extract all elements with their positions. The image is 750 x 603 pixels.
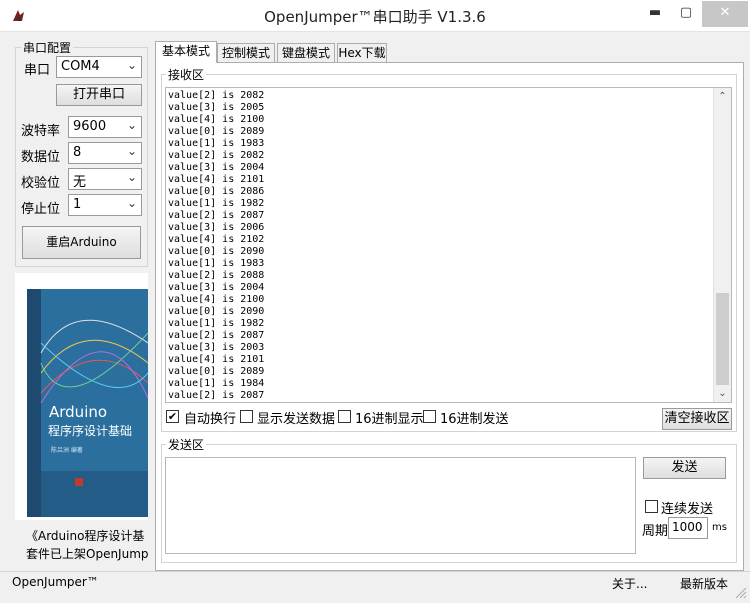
- databits-value: 8: [73, 145, 82, 160]
- auto-wrap-label: 自动换行: [184, 412, 237, 427]
- hex-display-label: 16进制显示: [355, 412, 424, 427]
- restart-arduino-button[interactable]: 重启Arduino: [22, 226, 141, 259]
- hex-display-checkbox[interactable]: [338, 410, 351, 423]
- receive-textarea[interactable]: value[2] is 2082 value[3] is 2005 value[…: [165, 87, 732, 403]
- maximize-button[interactable]: ▢: [671, 1, 701, 27]
- period-label: 周期: [642, 524, 669, 539]
- scroll-down-icon[interactable]: ⌄: [714, 385, 731, 402]
- chevron-down-icon: ⌄: [126, 196, 137, 210]
- auto-wrap-checkbox[interactable]: ✔: [166, 410, 179, 423]
- baud-label: 波特率: [21, 124, 61, 139]
- chevron-down-icon: ⌄: [126, 170, 137, 184]
- scroll-up-icon[interactable]: ⌃: [714, 88, 731, 105]
- continuous-send-label: 连续发送: [661, 502, 714, 517]
- window-title: OpenJumper™串口助手 V1.3.6: [264, 8, 486, 26]
- stopbits-value: 1: [73, 197, 82, 212]
- status-app-name: OpenJumper™: [12, 575, 99, 589]
- period-unit: ms: [712, 522, 727, 533]
- parity-value: 无: [73, 175, 87, 190]
- close-button[interactable]: ✕: [702, 1, 748, 27]
- chevron-down-icon: ⌄: [126, 144, 137, 158]
- book-subtitle: 程序序设计基础: [48, 424, 133, 438]
- port-label: 串口: [24, 63, 51, 78]
- ad-caption-line2: 套件已上架OpenJump: [26, 547, 148, 561]
- continuous-send-checkbox[interactable]: [645, 500, 658, 513]
- clear-receive-button[interactable]: 清空接收区: [662, 408, 732, 430]
- baud-select[interactable]: 9600 ⌄: [68, 116, 142, 138]
- minimize-button[interactable]: ▬: [640, 1, 670, 27]
- hex-send-checkbox[interactable]: [423, 410, 436, 423]
- book-cover-image: [15, 273, 149, 520]
- book-advertisement[interactable]: Arduino 程序序设计基础 陈吕洲 编著: [15, 273, 149, 520]
- parity-label: 校验位: [21, 176, 61, 191]
- scroll-thumb[interactable]: [716, 293, 729, 385]
- show-sent-label: 显示发送数据: [257, 412, 336, 427]
- about-link[interactable]: 关于...: [612, 575, 647, 592]
- ad-caption-line1: 《Arduino程序设计基: [26, 529, 145, 543]
- title-bar: OpenJumper™串口助手 V1.3.6 ▬ ▢ ✕: [0, 0, 750, 32]
- receive-title: 接收区: [166, 66, 207, 83]
- show-sent-checkbox[interactable]: [240, 410, 253, 423]
- port-value: COM4: [61, 59, 100, 74]
- baud-value: 9600: [73, 119, 107, 134]
- open-port-button[interactable]: 打开串口: [56, 84, 142, 106]
- port-select[interactable]: COM4 ⌄: [56, 56, 142, 78]
- databits-select[interactable]: 8 ⌄: [68, 142, 142, 164]
- tab-control-mode[interactable]: 控制模式: [217, 43, 275, 62]
- tab-keyboard-mode[interactable]: 键盘模式: [277, 43, 335, 62]
- chevron-down-icon: ⌄: [126, 118, 137, 132]
- book-title: Arduino: [49, 403, 108, 421]
- tab-basic-mode[interactable]: 基本模式: [155, 41, 217, 63]
- period-input[interactable]: 1000: [668, 517, 708, 539]
- tab-hex-download[interactable]: Hex下载: [337, 43, 387, 62]
- hex-send-label: 16进制发送: [440, 412, 509, 427]
- serial-config-title: 串口配置: [21, 39, 74, 56]
- book-author: 陈吕洲 编著: [51, 447, 83, 454]
- parity-select[interactable]: 无 ⌄: [68, 168, 142, 190]
- latest-version-link[interactable]: 最新版本: [680, 575, 728, 592]
- stopbits-select[interactable]: 1 ⌄: [68, 194, 142, 216]
- send-title: 发送区: [166, 436, 207, 453]
- send-textarea[interactable]: [165, 457, 636, 554]
- resize-grip-icon[interactable]: [733, 585, 747, 599]
- send-button[interactable]: 发送: [643, 457, 726, 479]
- stopbits-label: 停止位: [21, 202, 61, 217]
- receive-text: value[2] is 2082 value[3] is 2005 value[…: [168, 90, 265, 401]
- chevron-down-icon: ⌄: [126, 58, 137, 72]
- databits-label: 数据位: [21, 150, 61, 165]
- receive-scrollbar[interactable]: ⌃ ⌄: [713, 88, 731, 402]
